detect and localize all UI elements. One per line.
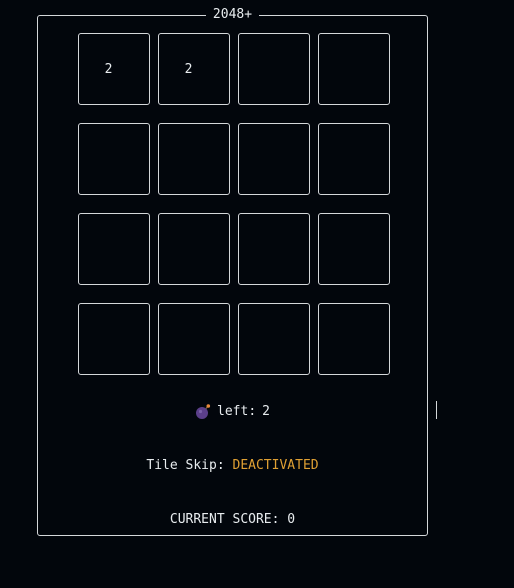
tile [318, 33, 390, 105]
tile [158, 303, 230, 375]
tile-skip-status: DEACTIVATED [232, 458, 319, 473]
tile [158, 123, 230, 195]
tile [158, 213, 230, 285]
bombs-left[interactable]: left: 2 [38, 403, 427, 420]
current-score: CURRENT SCORE: 0 [38, 512, 427, 528]
bombs-left-label: left: [217, 403, 257, 419]
tile [78, 213, 150, 285]
bomb-icon [196, 404, 211, 419]
tile-skip: Tile Skip: DEACTIVATED [38, 458, 427, 474]
tile: 2 [158, 33, 230, 105]
tile [78, 303, 150, 375]
tile-value: 2 [184, 61, 193, 77]
bombs-left-count: 2 [262, 403, 270, 419]
score-value: 0 [287, 512, 296, 527]
game-board: 2 2 [78, 33, 390, 375]
tile [238, 303, 310, 375]
tile [318, 123, 390, 195]
tile-value: 2 [104, 61, 113, 77]
game-title: 2048+ [38, 7, 427, 23]
tile [318, 303, 390, 375]
game-panel: 2048+ 2 2 left: 2 Tile Skip: DEACTIVATED [37, 7, 428, 536]
tile [318, 213, 390, 285]
tile [238, 123, 310, 195]
tile [238, 213, 310, 285]
tile-skip-label: Tile Skip: [146, 458, 225, 473]
tile [78, 123, 150, 195]
score-label: CURRENT SCORE: [169, 512, 280, 527]
tile: 2 [78, 33, 150, 105]
tile [238, 33, 310, 105]
scroll-indicator [436, 401, 437, 419]
